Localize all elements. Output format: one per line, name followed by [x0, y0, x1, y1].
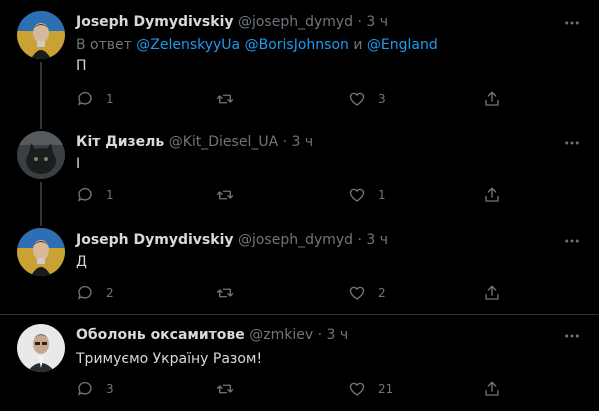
more-options-icon[interactable] [563, 134, 581, 152]
heart-icon [349, 286, 365, 300]
timestamp[interactable]: 3 ч [366, 14, 388, 30]
reply-count: 1 [106, 92, 114, 106]
share-button[interactable] [483, 283, 501, 303]
like-button[interactable]: 1 [348, 185, 386, 205]
share-button[interactable] [483, 89, 501, 109]
thread-line [40, 62, 42, 125]
mention-link[interactable]: @England [367, 37, 438, 53]
mention-link[interactable]: @ZelenskyyUa [136, 37, 240, 53]
retweet-icon [216, 384, 234, 394]
heart-icon [349, 92, 365, 106]
more-options-icon[interactable] [563, 232, 581, 250]
author-name[interactable]: Joseph Dymydivskiy [76, 14, 234, 30]
tweet-text: Тримуємо Україну Разом! [76, 351, 263, 367]
share-button[interactable] [483, 185, 501, 205]
reply-count: 3 [106, 382, 114, 396]
more-options-icon[interactable] [563, 14, 581, 32]
reply-icon [77, 285, 92, 300]
avatar[interactable] [17, 324, 65, 372]
avatar-image-icon [17, 324, 65, 372]
avatar-image-icon [17, 228, 65, 276]
action-bar: 2 2 [76, 283, 499, 303]
author-handle[interactable]: @joseph_dymyd [238, 14, 353, 30]
retweet-icon [216, 190, 234, 200]
share-button[interactable] [483, 379, 501, 399]
reply-button[interactable]: 3 [76, 379, 114, 399]
reply-icon [77, 91, 92, 106]
tweet-header: Joseph Dymydivskiy @joseph_dymyd · 3 ч [76, 231, 388, 249]
author-handle[interactable]: @joseph_dymyd [238, 232, 353, 248]
action-bar: 1 1 [76, 185, 499, 205]
share-icon [485, 91, 499, 106]
retweet-button[interactable] [216, 185, 246, 205]
separator-dot: · [357, 232, 362, 248]
heart-icon [349, 188, 365, 202]
share-icon [485, 285, 499, 300]
reply-button[interactable]: 1 [76, 89, 114, 109]
timestamp[interactable]: 3 ч [366, 232, 388, 248]
avatar-image-icon [17, 131, 65, 179]
mention-link[interactable]: @BorisJohnson [245, 37, 349, 53]
tweet-header: Joseph Dymydivskiy @joseph_dymyd · 3 ч [76, 13, 388, 31]
reply-count: 1 [106, 188, 114, 202]
author-name[interactable]: Кіт Дизель [76, 134, 164, 150]
like-button[interactable]: 2 [348, 283, 386, 303]
author-handle[interactable]: @Kit_Diesel_UA [169, 134, 278, 150]
tweet-text: І [76, 156, 81, 172]
avatar-image-icon [17, 11, 65, 59]
thread-line [40, 125, 42, 129]
timestamp[interactable]: 3 ч [326, 327, 348, 343]
share-icon [485, 381, 499, 396]
retweet-icon [216, 94, 234, 104]
reply-prefix: В ответ [76, 37, 132, 53]
reply-button[interactable]: 1 [76, 185, 114, 205]
timestamp[interactable]: 3 ч [292, 134, 314, 150]
like-button[interactable]: 21 [348, 379, 393, 399]
action-bar: 3 21 [76, 379, 499, 399]
thread-line [40, 220, 42, 226]
reply-icon [77, 381, 92, 396]
separator-dot: · [357, 14, 362, 30]
author-handle[interactable]: @zmkiev [249, 327, 313, 343]
like-count: 3 [378, 92, 386, 106]
reply-icon [77, 187, 92, 202]
thread-line [40, 182, 42, 220]
action-bar: 1 3 [76, 89, 499, 109]
retweet-button[interactable] [216, 283, 246, 303]
avatar[interactable] [17, 228, 65, 276]
tweet[interactable]: Оболонь оксамитове @zmkiev · 3 ч Тримуєм… [0, 315, 599, 411]
heart-icon [349, 382, 365, 396]
like-count: 1 [378, 188, 386, 202]
more-options-icon[interactable] [563, 327, 581, 345]
like-count: 2 [378, 286, 386, 300]
tweet-text: Д [76, 254, 87, 270]
tweet[interactable]: Joseph Dymydivskiy @joseph_dymyd · 3 ч В… [0, 0, 599, 125]
separator-dot: · [282, 134, 288, 150]
author-name[interactable]: Joseph Dymydivskiy [76, 232, 234, 248]
like-button[interactable]: 3 [348, 89, 386, 109]
share-icon [485, 187, 499, 202]
reply-and: и [353, 37, 363, 53]
avatar[interactable] [17, 11, 65, 59]
reply-button[interactable]: 2 [76, 283, 114, 303]
tweet-header: Кіт Дизель @Kit_Diesel_UA · 3 ч [76, 133, 313, 151]
tweet[interactable]: Joseph Dymydivskiy @joseph_dymyd · 3 ч Д… [0, 220, 599, 314]
like-count: 21 [378, 382, 394, 396]
retweet-button[interactable] [216, 89, 246, 109]
retweet-icon [216, 288, 234, 298]
tweet[interactable]: Кіт Дизель @Kit_Diesel_UA · 3 ч І 1 1 [0, 125, 599, 220]
reply-count: 2 [106, 286, 114, 300]
avatar[interactable] [17, 131, 65, 179]
tweet-text: П [76, 58, 87, 74]
author-name[interactable]: Оболонь оксамитове [76, 327, 245, 343]
reply-context: В ответ @ZelenskyyUa @BorisJohnson и @En… [76, 36, 438, 54]
tweet-header: Оболонь оксамитове @zmkiev · 3 ч [76, 326, 348, 344]
retweet-button[interactable] [216, 379, 246, 399]
separator-dot: · [317, 327, 323, 343]
